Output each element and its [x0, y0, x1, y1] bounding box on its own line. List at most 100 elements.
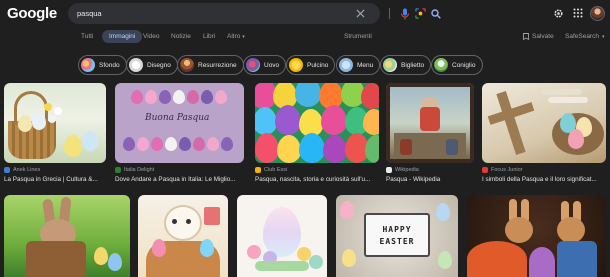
safesearch-label: SafeSearch [565, 33, 599, 40]
search-input[interactable] [77, 6, 307, 21]
account-avatar[interactable] [590, 6, 605, 21]
image-result[interactable] [467, 195, 606, 277]
chip-label: Menu [357, 61, 374, 69]
site-favicon [255, 167, 261, 173]
basket-shape [8, 121, 56, 159]
result-thumbnail-cross-eggs[interactable] [482, 83, 606, 163]
chip-label: Uovo [264, 61, 280, 69]
egg-shape [82, 131, 98, 151]
source-label: Italia Delight [124, 167, 155, 173]
result-thumbnail-basket[interactable] [4, 83, 106, 163]
chip-disegno[interactable]: Disegno [126, 55, 178, 75]
chip-label: Biglietto [401, 61, 425, 69]
source-label: Club Essi [264, 167, 288, 173]
result-thumbnail-colorful-eggs[interactable] [255, 83, 379, 163]
chip-biglietto[interactable]: Biglietto [380, 55, 432, 75]
image-result[interactable]: Anek Lines La Pasqua in Grecia | Cultura… [4, 83, 106, 187]
soldier-shape [400, 139, 412, 155]
search-icon[interactable] [429, 7, 442, 20]
result-title[interactable]: La Pasqua in Grecia | Cultura &... [4, 176, 106, 183]
microphone-icon[interactable] [398, 7, 411, 20]
chip-label: Pulcino [307, 61, 329, 69]
settings-gear-icon[interactable] [551, 6, 565, 20]
refinement-chips: Sfondo Disegno Resurrezione Uovo Pulcino… [0, 54, 610, 76]
result-title[interactable]: Dove Andare a Pasqua in Italia: Le Migli… [115, 176, 244, 183]
image-result[interactable]: Club Essi Pasqua, nascita, storia e curi… [255, 83, 379, 187]
result-thumbnail-bunny-basket[interactable] [4, 195, 130, 277]
search-tabs: Tutti Immagini Video Notizie Libri Altro… [0, 28, 610, 48]
apps-grid-icon[interactable] [571, 6, 585, 20]
tab-tutti[interactable]: Tutti [81, 33, 93, 40]
result-source: Wikipedia [386, 167, 419, 173]
saved-label: Salvate [532, 33, 554, 40]
result-thumbnail-chocolate-bunnies[interactable] [467, 195, 606, 277]
result-title[interactable]: Pasqua - Wikipedia [386, 176, 474, 183]
search-box[interactable] [68, 3, 441, 24]
google-logo[interactable]: Google [7, 5, 57, 22]
bookmark-icon [523, 33, 529, 40]
image-result[interactable] [237, 195, 327, 277]
tab-video[interactable]: Video [143, 33, 160, 40]
header: Google [0, 0, 610, 28]
chip-coniglio[interactable]: Coniglio [431, 55, 483, 75]
site-favicon [115, 167, 121, 173]
tab-notizie[interactable]: Notizie [171, 33, 191, 40]
saved-button[interactable]: Salvate [523, 33, 554, 40]
soldier-shape [446, 139, 458, 155]
image-result[interactable]: Buona Pasqua Italia Delight Dove Andare … [115, 83, 244, 187]
image-result[interactable] [138, 195, 228, 277]
chip-thumbnail [180, 58, 194, 72]
buona-pasqua-text: Buona Pasqua [145, 113, 210, 123]
robe-shape [420, 107, 440, 131]
chip-label: Disegno [147, 61, 171, 69]
result-title[interactable]: Pasqua, nascita, storia e curiosità sull… [255, 176, 379, 183]
site-favicon [482, 167, 488, 173]
chip-menu[interactable]: Menu [336, 55, 381, 75]
image-result[interactable]: Wikipedia Pasqua - Wikipedia [386, 83, 474, 187]
result-thumbnail-happy-easter-sign[interactable]: HAPPY EASTER [336, 195, 458, 277]
result-thumbnail-floral-egg[interactable] [237, 195, 327, 277]
chip-thumbnail [246, 58, 260, 72]
result-source: Italia Delight [115, 167, 154, 173]
result-source: Club Essi [255, 167, 287, 173]
chip-thumbnail [434, 58, 448, 72]
chip-label: Coniglio [452, 61, 476, 69]
willow-shapes [542, 89, 582, 95]
chip-thumbnail [129, 58, 143, 72]
chip-sfondo[interactable]: Sfondo [78, 55, 127, 75]
chip-uovo[interactable]: Uovo [243, 55, 287, 75]
chip-thumbnail [339, 58, 353, 72]
search-divider [389, 8, 390, 19]
result-title[interactable]: I simboli della Pasqua e il loro signifi… [482, 176, 606, 183]
chip-label: Sfondo [99, 61, 120, 69]
result-source: Anek Lines [4, 167, 40, 173]
result-thumbnail-chick-illustration[interactable] [138, 195, 228, 277]
image-result[interactable] [4, 195, 130, 277]
chip-thumbnail [289, 58, 303, 72]
site-favicon [386, 167, 392, 173]
tab-immagini[interactable]: Immagini [102, 30, 143, 43]
egg-shape [64, 135, 82, 157]
image-result[interactable]: HAPPY EASTER [336, 195, 458, 277]
safesearch-button[interactable]: SafeSearch ▾ [565, 33, 604, 40]
result-thumbnail-buona-pasqua[interactable]: Buona Pasqua [115, 83, 244, 163]
easter-text: EASTER [379, 236, 415, 246]
chip-resurrezione[interactable]: Resurrezione [177, 55, 244, 75]
tools-button[interactable]: Strumenti [344, 33, 372, 40]
result-thumbnail-resurrection-painting[interactable] [386, 83, 474, 163]
tab-altro-label: Altro [227, 33, 241, 40]
lens-icon[interactable] [414, 7, 427, 20]
image-result[interactable]: Focus Junior I simboli della Pasqua e il… [482, 83, 606, 187]
tab-altro[interactable]: Altro ▾ [227, 33, 245, 40]
flower-shapes [44, 103, 52, 111]
chip-pulcino[interactable]: Pulcino [286, 55, 336, 75]
site-favicon [4, 167, 10, 173]
close-icon[interactable] [354, 7, 367, 20]
chip-thumbnail [81, 58, 95, 72]
chip-thumbnail [383, 58, 397, 72]
tab-libri[interactable]: Libri [203, 33, 215, 40]
happy-text: HAPPY [382, 224, 412, 234]
dropdown-arrow-icon: ▾ [601, 33, 605, 40]
lightbox-sign: HAPPY EASTER [364, 213, 430, 257]
chip-label: Resurrezione [198, 61, 237, 69]
